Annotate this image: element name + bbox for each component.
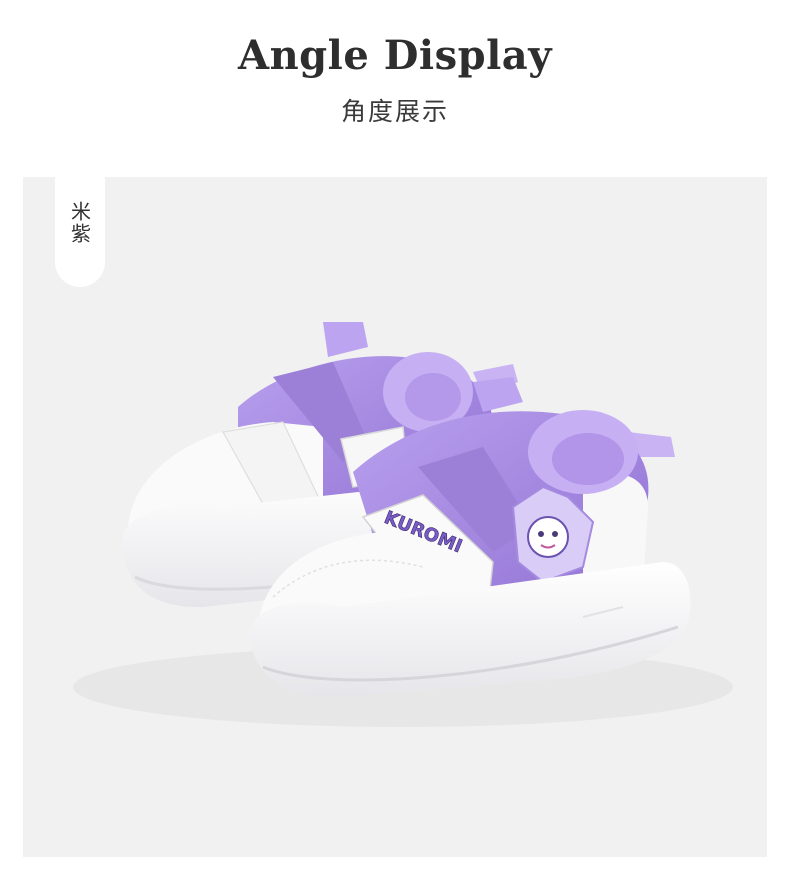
product-photo: KUROMI 米紫 xyxy=(23,177,767,857)
color-tag: 米紫 xyxy=(55,177,105,287)
page-subtitle: 角度展示 xyxy=(340,97,449,126)
page-title: Angle Display xyxy=(238,32,552,79)
color-label: 米紫 xyxy=(67,201,92,245)
shoes-illustration: KUROMI xyxy=(73,322,733,727)
